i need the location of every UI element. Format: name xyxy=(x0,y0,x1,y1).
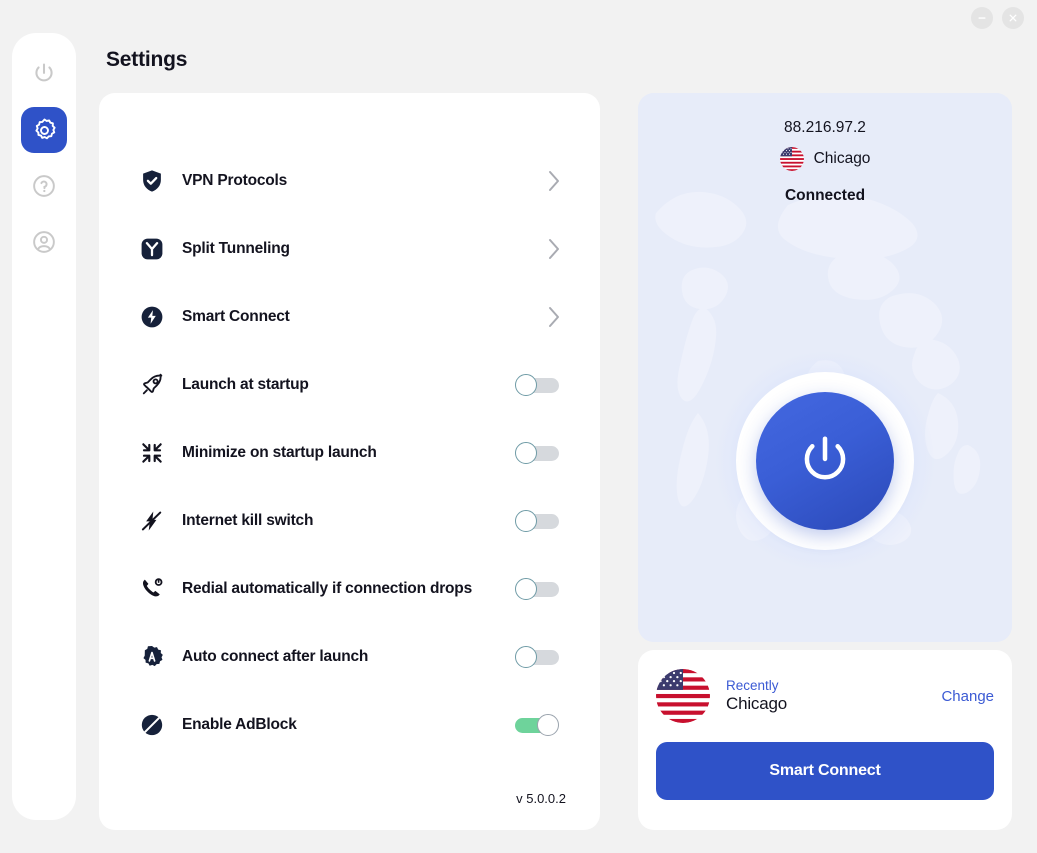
power-toggle-button[interactable] xyxy=(756,392,894,530)
split-tunnel-icon xyxy=(131,236,173,262)
toggle-knob xyxy=(515,510,537,532)
settings-row-internet-kill-switch[interactable]: Internet kill switch xyxy=(131,487,568,555)
lightning-bolt-icon xyxy=(131,304,173,330)
toggle-knob xyxy=(515,578,537,600)
minimize-button[interactable] xyxy=(971,7,993,29)
toggle-redial-automatically[interactable] xyxy=(515,578,559,600)
settings-row-label: Auto connect after launch xyxy=(182,648,369,665)
sidebar-item-account[interactable] xyxy=(21,219,67,265)
connected-location-row: Chicago xyxy=(779,147,871,171)
toggle-auto-connect[interactable] xyxy=(515,646,559,668)
sidebar-item-settings[interactable] xyxy=(21,107,67,153)
settings-row-label: Launch at startup xyxy=(182,376,309,393)
recent-location-row[interactable]: Recently Chicago Change xyxy=(656,664,994,728)
status-stack: 88.216.97.2 Chicago Connected xyxy=(638,119,1012,205)
settings-row-label: Redial automatically if connection drops xyxy=(182,580,472,597)
settings-row-auto-connect[interactable]: Auto connect after launch xyxy=(131,623,568,691)
toggle-internet-kill-switch[interactable] xyxy=(515,510,559,532)
close-icon xyxy=(1009,14,1017,22)
sidebar xyxy=(12,33,76,820)
window-controls xyxy=(971,7,1024,29)
us-flag-icon xyxy=(779,147,804,171)
recent-location-card: Recently Chicago Change Smart Connect xyxy=(638,650,1012,830)
page-title: Settings xyxy=(106,48,188,71)
settings-card: VPN Protocols Split Tunneling Smart Conn… xyxy=(99,93,600,830)
recent-location-texts: Recently Chicago xyxy=(726,678,787,714)
connection-state: Connected xyxy=(784,187,866,204)
kill-switch-icon xyxy=(131,508,173,534)
settings-row-label: Enable AdBlock xyxy=(182,716,297,733)
account-circle-icon xyxy=(33,231,55,253)
rocket-icon xyxy=(131,372,173,398)
toggle-knob xyxy=(515,374,537,396)
settings-row-label: Minimize on startup launch xyxy=(182,444,377,461)
toggle-launch-at-startup[interactable] xyxy=(515,374,559,396)
chevron-right-icon[interactable] xyxy=(546,168,568,194)
adblock-icon xyxy=(131,712,173,738)
recent-label: Recently xyxy=(726,678,779,693)
auto-connect-badge-icon xyxy=(131,644,173,670)
close-button[interactable] xyxy=(1002,7,1024,29)
chevron-right-icon[interactable] xyxy=(546,304,568,330)
settings-row-launch-at-startup[interactable]: Launch at startup xyxy=(131,351,568,419)
sidebar-item-help[interactable] xyxy=(21,163,67,209)
power-icon xyxy=(35,63,53,82)
connected-location-name: Chicago xyxy=(813,150,871,167)
minimize-arrows-icon xyxy=(131,440,173,466)
power-button-area xyxy=(710,346,940,576)
settings-row-label: Internet kill switch xyxy=(182,512,314,529)
change-location-link[interactable]: Change xyxy=(941,688,994,705)
settings-row-label: Split Tunneling xyxy=(182,240,290,257)
settings-list: VPN Protocols Split Tunneling Smart Conn… xyxy=(131,147,568,759)
recent-city: Chicago xyxy=(726,694,787,713)
shield-check-icon xyxy=(131,168,173,194)
power-icon xyxy=(804,436,846,480)
chevron-right-icon[interactable] xyxy=(546,236,568,262)
toggle-minimize-on-startup[interactable] xyxy=(515,442,559,464)
settings-row-redial-automatically[interactable]: Redial automatically if connection drops xyxy=(131,555,568,623)
app-version: v 5.0.0.2 xyxy=(516,791,566,806)
smart-connect-button[interactable]: Smart Connect xyxy=(656,742,994,800)
settings-row-smart-connect[interactable]: Smart Connect xyxy=(131,283,568,351)
toggle-knob xyxy=(515,442,537,464)
redial-phone-icon xyxy=(131,576,173,602)
sidebar-item-power[interactable] xyxy=(21,51,67,97)
connection-status-panel: 88.216.97.2 Chicago Connected xyxy=(638,93,1012,642)
settings-row-label: VPN Protocols xyxy=(182,172,288,189)
us-flag-icon xyxy=(656,669,710,723)
vpn-app-window: Settings VPN Protocols Split Tunneling S… xyxy=(0,0,1037,853)
settings-row-minimize-on-startup[interactable]: Minimize on startup launch xyxy=(131,419,568,487)
settings-row-vpn-protocols[interactable]: VPN Protocols xyxy=(131,147,568,215)
settings-row-enable-adblock[interactable]: Enable AdBlock xyxy=(131,691,568,759)
toggle-enable-adblock[interactable] xyxy=(515,714,559,736)
ip-address: 88.216.97.2 xyxy=(784,119,866,136)
settings-row-split-tunneling[interactable]: Split Tunneling xyxy=(131,215,568,283)
help-circle-icon xyxy=(33,175,55,197)
toggle-knob xyxy=(515,646,537,668)
toggle-knob xyxy=(537,714,559,736)
minimize-icon xyxy=(978,17,986,19)
settings-row-label: Smart Connect xyxy=(182,308,290,325)
gear-icon xyxy=(34,118,56,139)
